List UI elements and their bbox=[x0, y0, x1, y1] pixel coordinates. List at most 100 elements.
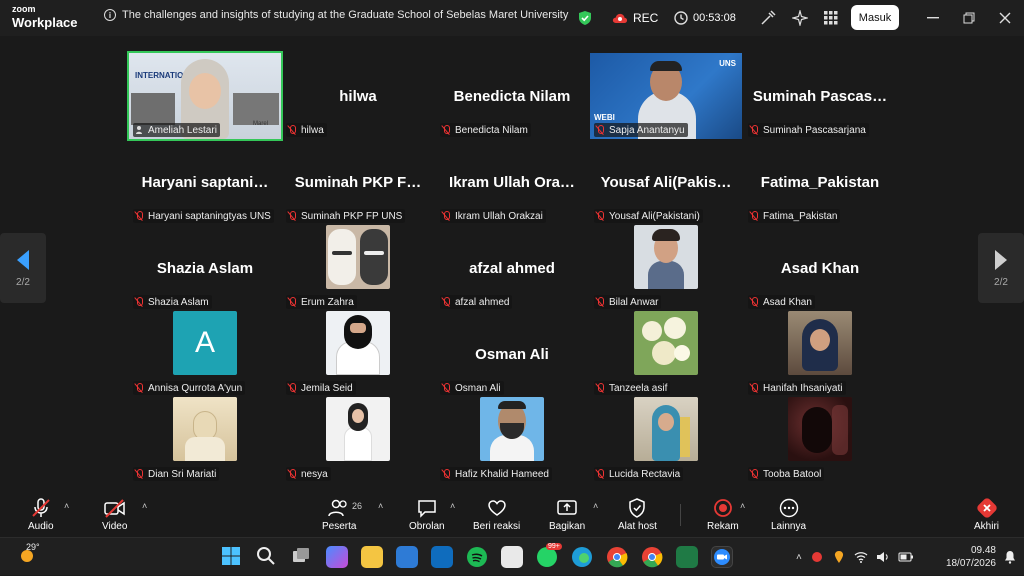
video-options-caret[interactable]: ˄ bbox=[142, 501, 147, 511]
audio-button[interactable]: Audio bbox=[28, 498, 54, 532]
chat-button[interactable]: Obrolan bbox=[409, 498, 445, 532]
participant-tile[interactable]: Osman Ali Osman Ali bbox=[436, 311, 588, 397]
search-icon[interactable] bbox=[256, 546, 278, 568]
tray-app-icon[interactable] bbox=[810, 550, 824, 564]
excel-icon[interactable] bbox=[676, 546, 698, 568]
end-meeting-button[interactable]: Akhiri bbox=[974, 498, 999, 532]
participant-tile[interactable]: hilwa hilwa bbox=[282, 53, 434, 139]
system-clock[interactable]: 09.48 18/07/2026 bbox=[946, 544, 996, 570]
participant-tile[interactable]: Jemila Seid bbox=[282, 311, 434, 397]
participant-tile[interactable]: Fatima_Pakistan Fatima_Pakistan bbox=[744, 139, 896, 225]
participant-tile[interactable]: A Annisa Qurrota A'yun bbox=[129, 311, 281, 397]
encryption-shield-icon[interactable] bbox=[578, 0, 592, 36]
chrome-icon[interactable] bbox=[606, 546, 628, 568]
participant-label: Ameliah Lestari bbox=[133, 123, 220, 137]
info-icon[interactable]: i bbox=[104, 9, 116, 21]
zoom-app-icon[interactable] bbox=[711, 546, 733, 568]
recording-indicator[interactable]: REC bbox=[612, 0, 658, 36]
sign-in-button[interactable]: Masuk bbox=[851, 5, 899, 30]
record-button[interactable]: Rekam bbox=[707, 498, 739, 532]
brand-line2: Workplace bbox=[12, 15, 78, 30]
weather-temp: 29° bbox=[26, 542, 40, 552]
participant-tile[interactable]: Tanzeela asif bbox=[590, 311, 742, 397]
participant-tile[interactable]: Dian Sri Mariati bbox=[129, 397, 281, 483]
participant-tile[interactable]: Ikram Ullah Ora… Ikram Ullah Orakzai bbox=[436, 139, 588, 225]
avatar-letter: A bbox=[173, 311, 237, 375]
participant-name: Ikram Ullah Orakzai bbox=[455, 210, 543, 222]
heart-icon bbox=[487, 500, 506, 516]
muted-mic-icon bbox=[595, 469, 605, 479]
participant-tile[interactable]: INTERNATION Marel Ameliah Lestari bbox=[127, 51, 283, 141]
participant-tile[interactable]: UNS WEBI Sapja Anantanyu bbox=[590, 53, 742, 139]
tray-overflow-icon[interactable]: ˄ bbox=[796, 552, 802, 563]
participants-options-caret[interactable]: ˄ bbox=[378, 501, 383, 511]
muted-mic-icon bbox=[32, 498, 50, 517]
participant-name: Ameliah Lestari bbox=[148, 124, 217, 136]
participant-name: Jemila Seid bbox=[301, 382, 353, 394]
calendar-app-icon[interactable] bbox=[501, 546, 523, 568]
next-page-button[interactable]: 2/2 bbox=[978, 233, 1024, 303]
close-icon[interactable] bbox=[997, 10, 1013, 26]
spotify-icon[interactable] bbox=[466, 546, 488, 568]
chat-options-caret[interactable]: ˄ bbox=[450, 501, 455, 511]
gallery-view: 2/2 2/2 INTERNATION Marel Ameliah Lestar… bbox=[0, 36, 1024, 492]
participant-tile[interactable]: Yousaf Ali(Pakis… Yousaf Ali(Pakistani) bbox=[590, 139, 742, 225]
muted-mic-icon bbox=[441, 211, 451, 221]
app-icon-store[interactable] bbox=[431, 546, 453, 568]
profile-picture bbox=[326, 397, 390, 461]
participant-tile[interactable]: Erum Zahra bbox=[282, 225, 434, 311]
title-bar: zoom Workplace i The challenges and insi… bbox=[0, 0, 1024, 36]
profile-picture bbox=[326, 225, 390, 289]
meeting-info[interactable]: i The challenges and insights of studyin… bbox=[104, 9, 568, 21]
audio-label: Audio bbox=[28, 521, 54, 532]
page-indicator-left: 2/2 bbox=[16, 276, 30, 288]
more-button[interactable]: Lainnya bbox=[771, 498, 806, 532]
wifi-icon[interactable] bbox=[854, 550, 868, 564]
whatsapp-icon[interactable]: 99+ bbox=[536, 543, 562, 568]
muted-mic-icon bbox=[595, 297, 605, 307]
restore-icon[interactable] bbox=[961, 10, 977, 26]
participant-tile[interactable]: nesya bbox=[282, 397, 434, 483]
participant-tile[interactable]: Hafiz Khalid Hameed bbox=[436, 397, 588, 483]
clock-time: 09.48 bbox=[970, 545, 996, 556]
participant-tile[interactable]: Haryani saptani… Haryani saptaningtyas U… bbox=[129, 139, 281, 225]
chrome-profile-icon[interactable] bbox=[641, 546, 663, 568]
participant-tile[interactable]: Asad Khan Asad Khan bbox=[744, 225, 896, 311]
copilot-icon[interactable] bbox=[326, 546, 348, 568]
battery-icon[interactable] bbox=[898, 550, 914, 564]
participant-tile[interactable]: Suminah PKP F… Suminah PKP FP UNS bbox=[282, 139, 434, 225]
share-button[interactable]: Bagikan bbox=[549, 498, 585, 532]
app-icon-blue[interactable] bbox=[396, 546, 418, 568]
record-options-caret[interactable]: ˄ bbox=[740, 501, 745, 511]
previous-page-button[interactable]: 2/2 bbox=[0, 233, 46, 303]
participant-tile[interactable]: Hanifah Ihsaniyati bbox=[744, 311, 896, 397]
gallery-view-icon[interactable] bbox=[824, 0, 838, 36]
annotate-icon[interactable] bbox=[760, 0, 776, 36]
volume-icon[interactable] bbox=[876, 550, 890, 564]
muted-mic-icon bbox=[595, 125, 605, 135]
start-icon[interactable] bbox=[221, 546, 243, 568]
sparkle-icon[interactable] bbox=[792, 0, 808, 36]
react-button[interactable]: Beri reaksi bbox=[473, 498, 520, 532]
participant-tile[interactable]: Suminah Pascas… Suminah Pascasarjana bbox=[744, 53, 896, 139]
video-button[interactable]: Video bbox=[102, 498, 127, 532]
audio-options-caret[interactable]: ˄ bbox=[64, 501, 69, 511]
weather-widget[interactable]: 29° bbox=[18, 542, 40, 569]
chat-icon bbox=[418, 500, 436, 518]
participant-tile[interactable]: Lucida Rectavia bbox=[590, 397, 742, 483]
muted-mic-icon bbox=[134, 469, 144, 479]
zoom-logo: zoom Workplace bbox=[12, 5, 78, 30]
participant-tile[interactable]: Shazia Aslam Shazia Aslam bbox=[129, 225, 281, 311]
host-tools-button[interactable]: Alat host bbox=[618, 498, 657, 532]
participant-tile[interactable]: Benedicta Nilam Benedicta Nilam bbox=[436, 53, 588, 139]
notification-icon[interactable] bbox=[1004, 550, 1016, 569]
participant-tile[interactable]: Tooba Batool bbox=[744, 397, 896, 483]
participant-tile[interactable]: Bilal Anwar bbox=[590, 225, 742, 311]
edge-icon[interactable] bbox=[571, 546, 593, 568]
file-explorer-icon[interactable] bbox=[361, 546, 383, 568]
minimize-icon[interactable] bbox=[925, 10, 941, 26]
participant-tile[interactable]: afzal ahmed afzal ahmed bbox=[436, 225, 588, 311]
task-view-icon[interactable] bbox=[291, 546, 313, 568]
share-options-caret[interactable]: ˄ bbox=[593, 501, 598, 511]
location-icon[interactable] bbox=[832, 550, 846, 564]
